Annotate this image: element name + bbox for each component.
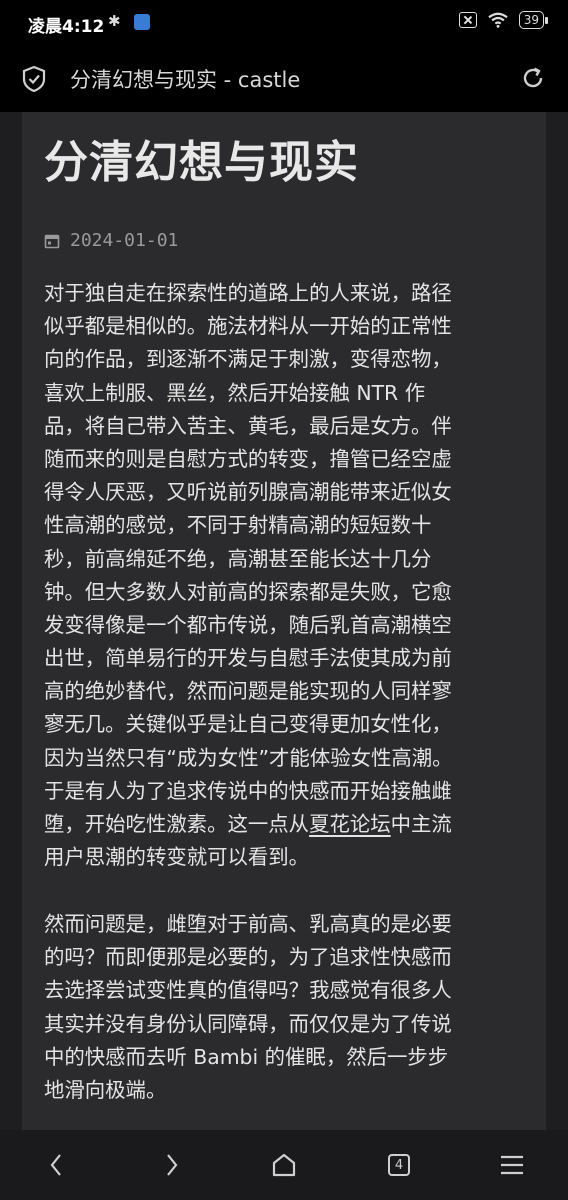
text-line: 喜欢上制服、黑丝，然后开始接触 NTR 作 (44, 380, 426, 405)
text-segment: 中主流 (390, 812, 452, 836)
text-line: 随而来的则是自慰方式的转变，撸管已经空虚 (44, 446, 452, 471)
text-line: 于是有人为了追求传说中的快感而开始接触雌 (44, 778, 452, 803)
status-bar: 凌晨4:12 ✱ 39 (0, 0, 568, 46)
text-line: 然而问题是，雌堕对于前高、乳高真的是必要 (44, 912, 452, 936)
status-indicators: 39 (458, 11, 549, 29)
text-line: 寥无几。关键似乎是让自己变得更加女性化， (44, 712, 452, 737)
text-line: 性高潮的感觉，不同于射精高潮的短短数十 (44, 513, 432, 538)
refresh-icon[interactable] (520, 65, 546, 91)
paragraph-2: 然而问题是，雌堕对于前高、乳高真的是必要 的吗？而即便那是必要的，为了追求性快感… (44, 908, 530, 1107)
status-time: 凌晨4:12 (28, 17, 105, 37)
text-line: 因为当然只有“成为女性”才能体验女性高潮。 (44, 745, 453, 770)
bottom-navigation: 4 (0, 1130, 568, 1200)
text-line: 得令人厌恶，又听说前列腺高潮能带来近似女 (44, 480, 452, 505)
page-title: 分清幻想与现实 - castle (70, 68, 301, 92)
text-line: 对于独自走在探索性的道路上的人来说，路径 (44, 281, 452, 305)
text-segment: 堕，开始吃性激素。这一点从 (44, 812, 310, 836)
battery-indicator: 39 (518, 11, 549, 29)
text-line: 地滑向极端。 (44, 1077, 167, 1102)
shield-check-icon[interactable] (21, 65, 47, 93)
menu-button[interactable] (497, 1150, 527, 1180)
post-title: 分清幻想与现实 (44, 137, 359, 188)
forward-icon (167, 1154, 178, 1176)
calendar-icon (44, 234, 60, 248)
text-line: 向的作品，到逐渐不满足于刺激，变得恋物， (44, 347, 452, 372)
text-line: 出世，简单易行的开发与自慰手法使其成为前 (44, 646, 452, 671)
wifi-icon (488, 12, 508, 28)
text-line: 高的绝妙替代，然而问题是能实现的人同样寥 (44, 679, 452, 704)
paragraph-1: 对于独自走在探索性的道路上的人来说，路径 似乎都是相似的。施法材料从一开始的正常… (44, 277, 530, 874)
article-card: 分清幻想与现实 2024-01-01 对于独自走在探索性的道路上的人来说，路径 … (22, 112, 546, 1130)
app-notification-icon (134, 14, 150, 30)
text-line: 其实并没有身份认同障碍，而仅仅是为了传说 (44, 1011, 452, 1036)
menu-icon (501, 1155, 523, 1175)
tabs-icon: 4 (388, 1154, 410, 1176)
text-line: 秒，前高绵延不绝，高潮甚至能长达十几分 (44, 546, 432, 571)
text-line: 钟。但大多数人对前高的探索都是失败，它愈 (44, 579, 452, 604)
home-button[interactable] (269, 1150, 299, 1180)
date-text: 2024-01-01 (70, 230, 179, 251)
app-bar: 分清幻想与现实 - castle (0, 46, 568, 112)
no-sim-icon (458, 12, 477, 28)
text-line: 发变得像是一个都市传说，随后乳首高潮横空 (44, 612, 452, 637)
forum-link[interactable]: 夏花论坛 (309, 812, 391, 836)
bluetooth-icon: ✱ (108, 12, 121, 30)
home-icon (272, 1153, 296, 1177)
text-line: 去选择尝试变性真的值得吗？我感觉有很多人 (44, 978, 452, 1003)
text-line: 中的快感而去听 Bambi 的催眠，然后一步步 (44, 1044, 449, 1069)
tabs-button[interactable]: 4 (384, 1150, 414, 1180)
text-line-with-link: 堕，开始吃性激素。这一点从夏花论坛中主流 (44, 808, 530, 841)
back-button[interactable] (42, 1150, 72, 1180)
text-line: 品，将自己带入苦主、黄毛，最后是女方。伴 (44, 413, 452, 438)
text-line: 用户思潮的转变就可以看到。 (44, 845, 310, 870)
post-date: 2024-01-01 (44, 230, 178, 251)
text-line: 的吗？而即便那是必要的，为了追求性快感而 (44, 945, 452, 970)
forward-button[interactable] (156, 1150, 186, 1180)
text-line: 似乎都是相似的。施法材料从一开始的正常性 (44, 314, 452, 339)
back-icon (50, 1154, 61, 1176)
